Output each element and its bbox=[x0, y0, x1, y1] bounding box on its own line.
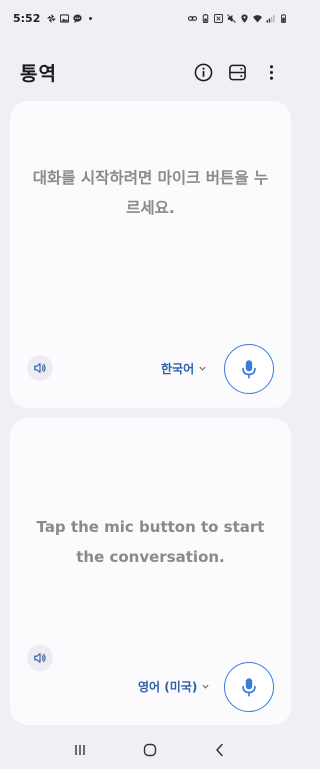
mic-icon bbox=[242, 678, 256, 697]
bottom-conversation-panel: Tap the mic button to start the conversa… bbox=[10, 418, 291, 725]
recents-icon[interactable] bbox=[70, 740, 90, 760]
more-vert-icon[interactable] bbox=[260, 61, 282, 83]
page-title: 통역 bbox=[20, 62, 57, 85]
top-language-label: 한국어 bbox=[161, 362, 195, 376]
top-conversation-panel: 대화를 시작하려면 마이크 버튼을 누르세요. 한국어 bbox=[10, 101, 291, 408]
status-time: 5:52 bbox=[13, 11, 41, 25]
mute-icon bbox=[227, 13, 236, 23]
status-left: 5:52 bbox=[13, 11, 93, 25]
home-icon[interactable] bbox=[140, 740, 160, 760]
bottom-language-select[interactable]: 영어 (미국) bbox=[138, 678, 210, 695]
link-icon bbox=[188, 14, 197, 23]
battery-saver-icon bbox=[201, 13, 210, 23]
system-nav-bar bbox=[0, 731, 300, 769]
status-right bbox=[188, 13, 288, 23]
speaker-icon bbox=[34, 653, 46, 663]
messenger-icon bbox=[73, 14, 83, 23]
back-icon[interactable] bbox=[210, 740, 230, 760]
top-language-select[interactable]: 한국어 bbox=[161, 360, 207, 377]
notification-dot bbox=[89, 16, 93, 20]
top-prompt-text: 대화를 시작하려면 마이크 버튼을 누르세요. bbox=[32, 169, 269, 217]
info-icon[interactable] bbox=[192, 61, 214, 83]
layout-icon[interactable] bbox=[226, 61, 248, 83]
bottom-language-label: 영어 (미국) bbox=[138, 680, 198, 694]
battery-icon bbox=[279, 13, 288, 23]
mic-icon bbox=[242, 360, 256, 379]
bottom-mic-button[interactable] bbox=[224, 662, 274, 712]
wifi-icon bbox=[253, 14, 262, 23]
gallery-icon bbox=[60, 13, 70, 23]
signal-icon bbox=[266, 14, 275, 23]
location-icon bbox=[240, 13, 249, 23]
chevron-down-icon bbox=[202, 684, 209, 689]
bottom-prompt-text: Tap the mic button to start the conversa… bbox=[36, 518, 265, 566]
chevron-down-icon bbox=[199, 366, 206, 371]
speaker-icon bbox=[34, 363, 46, 373]
top-mic-button[interactable] bbox=[224, 344, 274, 394]
app-header: 통역 bbox=[0, 52, 300, 92]
top-speaker-button[interactable] bbox=[27, 355, 53, 381]
status-bar: 5:52 bbox=[0, 0, 300, 36]
bottom-speaker-button[interactable] bbox=[27, 645, 53, 671]
pinwheel-icon bbox=[47, 13, 57, 23]
nfc-icon bbox=[214, 13, 223, 23]
